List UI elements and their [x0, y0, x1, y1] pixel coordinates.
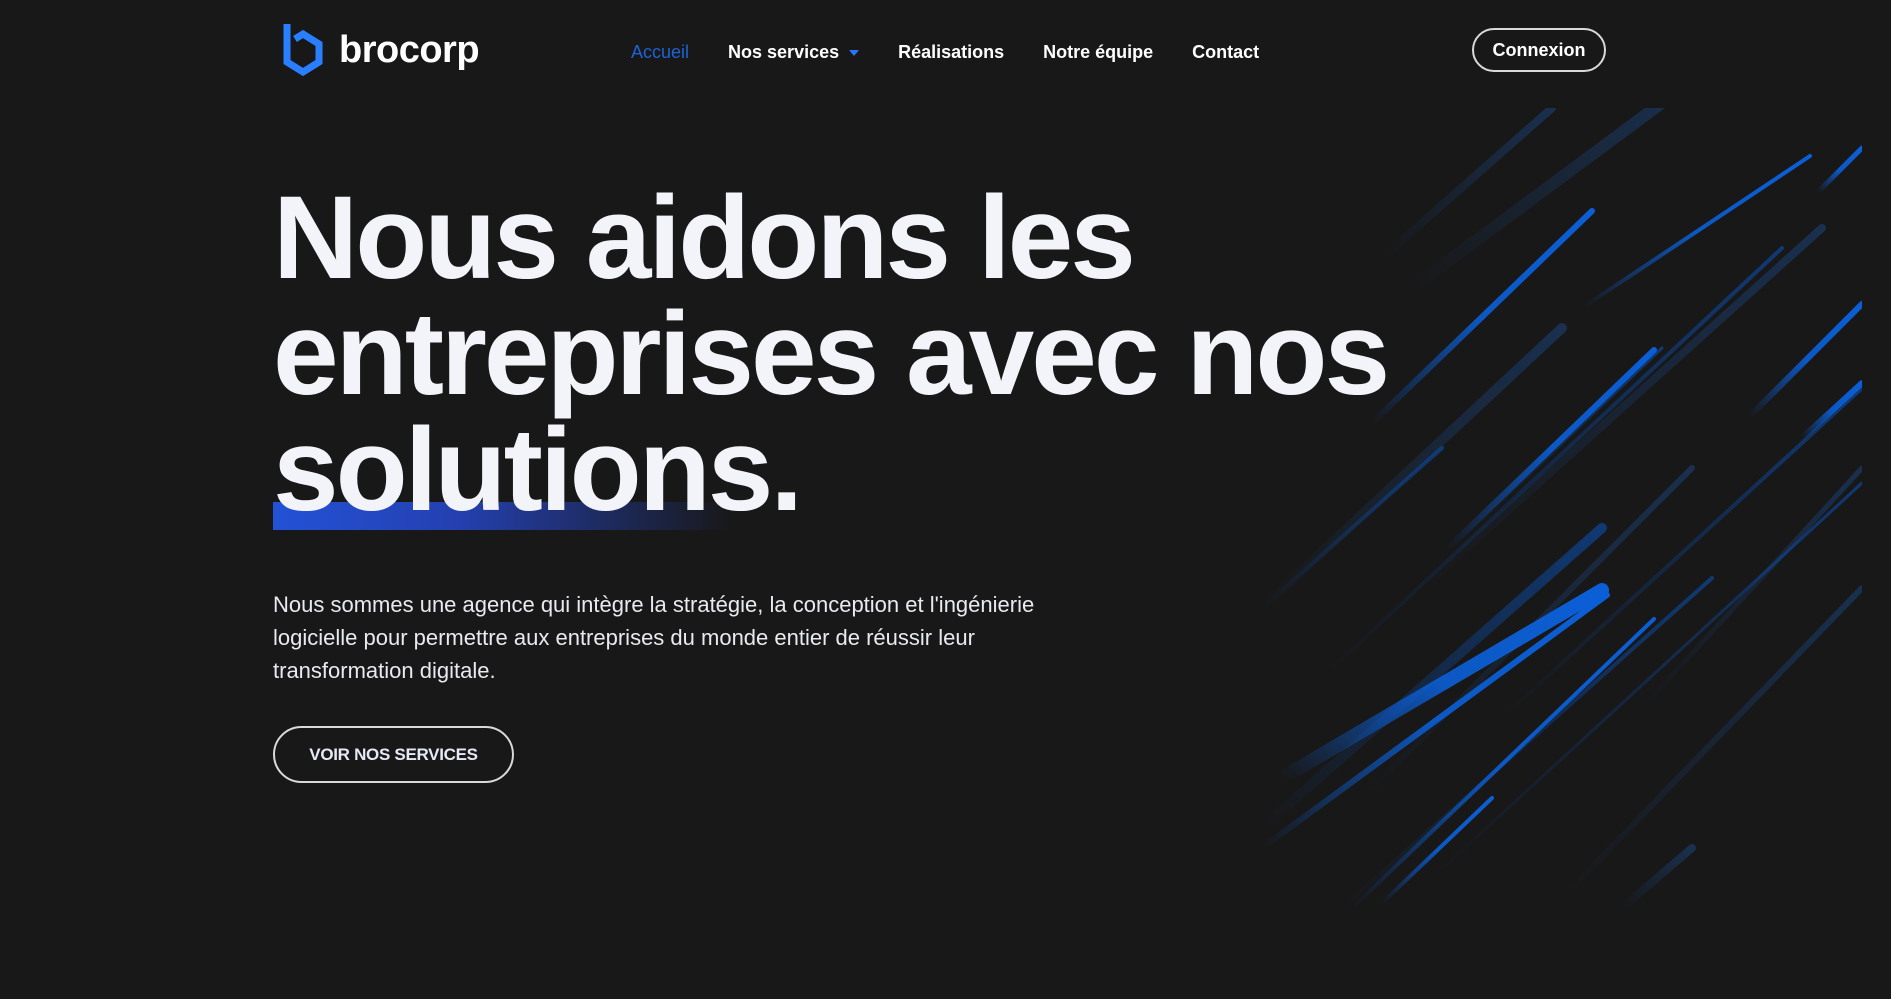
nav-item-nos-services[interactable]: Nos services	[728, 41, 860, 63]
nav-item-label: Réalisations	[898, 41, 1005, 62]
nav-item-label: Notre équipe	[1043, 41, 1154, 62]
hero-description: Nous sommes une agence qui intègre la st…	[273, 592, 1035, 683]
hero-title: Nous aidons les entreprises avec nos sol…	[273, 172, 1390, 536]
decorative-light-streaks	[1262, 108, 1862, 910]
nav-item-label: Nos services	[728, 41, 840, 62]
view-services-button[interactable]: VOIR NOS SERVICES	[273, 726, 514, 783]
nav-item-label: Accueil	[631, 41, 690, 62]
hero-title-line: entreprises avec nos	[273, 288, 1390, 420]
nav-item-label: Contact	[1192, 41, 1260, 62]
logo-icon	[281, 22, 325, 78]
hero-title-line: Nous aidons les	[273, 172, 1136, 304]
logo-text: brocorp	[339, 29, 480, 71]
caret-down-icon	[849, 50, 860, 56]
nav-item-realisations[interactable]: Réalisations	[898, 42, 1004, 63]
nav-item-contact[interactable]: Contact	[1192, 42, 1259, 63]
nav-item-accueil[interactable]: Accueil	[631, 42, 689, 63]
page: brocorp Accueil Nos services Réalisation…	[0, 0, 1891, 999]
main-nav: Accueil Nos services Réalisations Notre …	[631, 40, 1298, 64]
login-button[interactable]: Connexion	[1472, 28, 1606, 72]
brand-logo[interactable]: brocorp	[281, 22, 480, 78]
hero-title-line: solutions.	[273, 404, 803, 536]
nav-item-notre-equipe[interactable]: Notre équipe	[1043, 42, 1153, 63]
